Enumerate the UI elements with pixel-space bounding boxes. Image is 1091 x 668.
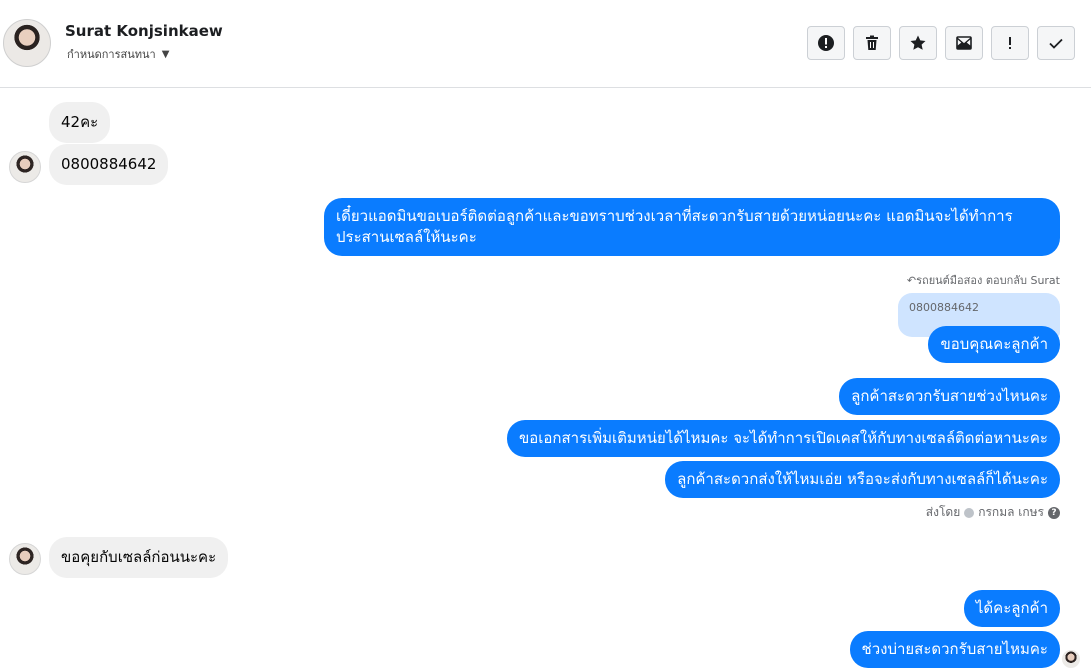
conversation-status-label: กำหนดการสนทนา xyxy=(67,48,156,61)
mark-done-button[interactable] xyxy=(1037,26,1075,60)
conversation-header: Surat Konjsinkaew กำหนดการสนทนา ▼ xyxy=(0,0,1091,88)
incoming-message[interactable]: 0800884642 xyxy=(49,144,169,185)
trash-icon xyxy=(866,35,878,50)
message-line: เดี๋ยวแอดมินขอเบอร์ติดต่อลูกค้าและขอทราบ… xyxy=(336,207,1013,225)
contact-avatar-small xyxy=(9,543,41,575)
sent-by-indicator: ส่งโดย กรกมล เกษร ? xyxy=(926,503,1060,522)
reply-context-label: ↶รถยนต์มือสอง ตอบกลับ Surat xyxy=(907,271,1060,289)
alert-button[interactable] xyxy=(807,26,845,60)
conversation-status-dropdown[interactable]: กำหนดการสนทนา ▼ xyxy=(67,45,169,63)
star-button[interactable] xyxy=(899,26,937,60)
help-icon[interactable]: ? xyxy=(1048,506,1060,519)
message-line: ประสานเซลล์ให้นะคะ xyxy=(336,228,477,246)
mail-unread-icon xyxy=(956,36,972,50)
star-icon xyxy=(910,35,926,50)
incoming-message[interactable]: ขอคุยกับเซลล์ก่อนนะคะ xyxy=(49,537,229,578)
seen-avatar xyxy=(1062,650,1080,668)
conversation-toolbar xyxy=(807,26,1075,60)
caret-down-icon: ▼ xyxy=(161,48,170,60)
outgoing-message[interactable]: เดี๋ยวแอดมินขอเบอร์ติดต่อลูกค้าและขอทราบ… xyxy=(324,198,1060,256)
contact-name[interactable]: Surat Konjsinkaew xyxy=(65,22,223,40)
checkmark-icon xyxy=(1049,38,1063,49)
reply-context-text: รถยนต์มือสอง ตอบกลับ Surat xyxy=(916,274,1060,287)
sent-by-label: ส่งโดย xyxy=(925,505,961,519)
contact-avatar-small xyxy=(9,151,41,183)
incoming-message[interactable]: 42คะ xyxy=(49,102,111,143)
outgoing-message[interactable]: ได้คะลูกค้า xyxy=(963,590,1060,627)
alert-circle-icon xyxy=(818,35,834,51)
contact-avatar[interactable] xyxy=(3,19,51,67)
important-button[interactable] xyxy=(991,26,1029,60)
verified-icon xyxy=(964,507,975,518)
outgoing-message[interactable]: ขอเอกสารเพิ่มเติมหน่ยได้ไหมคะ จะได้ทำการ… xyxy=(507,420,1060,457)
outgoing-message[interactable]: ลูกค้าสะดวกรับสายช่วงไหนคะ xyxy=(839,378,1060,415)
outgoing-message[interactable]: ลูกค้าสะดวกส่งให้ไหมเอ่ย หรือจะส่งกับทาง… xyxy=(665,461,1060,498)
sent-by-name[interactable]: กรกมล เกษร xyxy=(978,503,1044,522)
exclamation-icon xyxy=(1009,37,1011,49)
mark-unread-button[interactable] xyxy=(945,26,983,60)
outgoing-message[interactable]: ช่วงบ่ายสะดวกรับสายไหมคะ xyxy=(849,631,1060,668)
outgoing-message[interactable]: ขอบคุณคะลูกค้า xyxy=(928,326,1060,363)
delete-button[interactable] xyxy=(853,26,891,60)
reply-icon: ↶ xyxy=(906,274,917,287)
